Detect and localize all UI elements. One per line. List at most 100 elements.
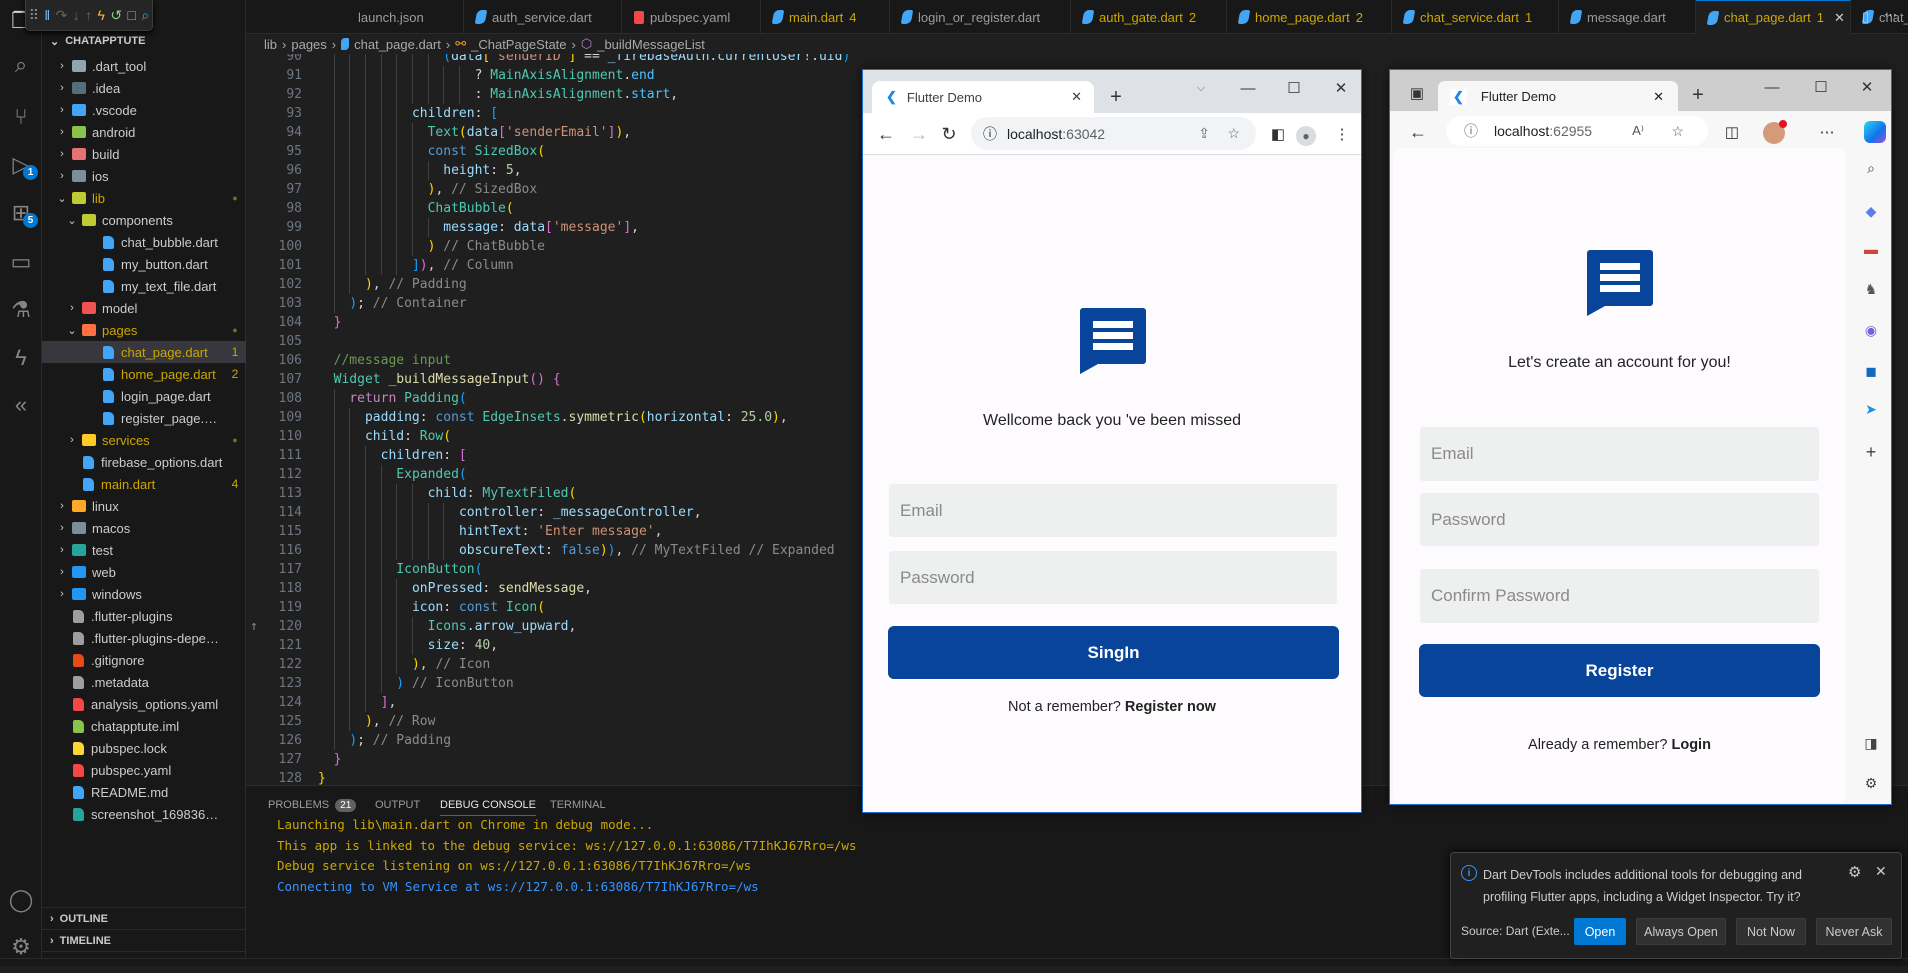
microsoft365-icon[interactable]: ◉ [1860,319,1882,341]
tree-item[interactable]: login_page.dart [42,385,246,407]
edge-address-bar[interactable]: ⓘ localhost:62955 A⁾ ☆ [1446,116,1708,146]
outline-section[interactable]: › OUTLINE [42,907,246,929]
run-debug-icon[interactable]: ▷ 1 [0,148,42,182]
tree-item[interactable]: › .dart_tool [42,55,246,77]
tree-item[interactable]: › services ● [42,429,246,451]
tree-item[interactable]: my_button.dart [42,253,246,275]
notification-settings-gear-icon[interactable]: ⚙ [1848,863,1861,881]
account-icon[interactable]: ◯ [0,883,42,917]
outlook-icon[interactable]: ◼ [1860,360,1882,382]
tab-pubspec-yaml[interactable]: pubspec.yaml [622,0,761,34]
remote-explorer-icon[interactable]: ▭ [0,245,42,279]
share-icon[interactable]: ⇪ [1198,125,1210,142]
tree-item[interactable]: › test [42,539,246,561]
tab-actions-icon[interactable]: ▣ [1402,81,1432,105]
tab-search-chevron-icon[interactable]: ⌵ [1186,76,1216,100]
maximize-icon[interactable]: ☐ [1279,76,1309,100]
restart-icon[interactable]: ↺ [110,7,122,24]
testing-flask-icon[interactable]: ⚗ [0,293,42,327]
tab-debug-console[interactable]: DEBUG CONSOLE [440,794,536,816]
tab-launch-json[interactable]: launch.json [246,0,464,34]
breadcrumb-pages[interactable]: pages [291,37,326,52]
new-tab-icon[interactable]: + [1101,85,1131,109]
chrome-menu-icon[interactable]: ⋮ [1327,122,1357,146]
tab-auth-gate-dart[interactable]: auth_gate.dart 2 [1071,0,1227,34]
tree-item[interactable]: register_page.dart [42,407,246,429]
sidebar-search-icon[interactable]: ⌕ [1860,157,1882,179]
explorer-root-header[interactable]: ⌄ CHATAPPTUTE [42,30,246,52]
tree-item[interactable]: › ios [42,165,246,187]
more-actions-icon[interactable]: ⋯ [1884,7,1897,23]
split-editor-icon[interactable]: ▯ [1862,9,1869,25]
games-chess-icon[interactable]: ♞ [1860,278,1882,300]
tree-item[interactable]: pubspec.yaml [42,759,246,781]
split-screen-icon[interactable]: ◫ [1717,120,1747,144]
tree-item[interactable]: › .idea [42,77,246,99]
tree-item[interactable]: .flutter-plugins-depend... [42,627,246,649]
search-icon[interactable]: ⌕ [0,48,42,82]
tools-briefcase-icon[interactable]: ▬ [1860,238,1882,260]
step-out-icon[interactable]: ↑ [85,7,92,23]
site-info-icon[interactable]: ⓘ [1464,121,1478,141]
stop-icon[interactable]: □ [128,7,136,23]
tab-auth-service-dart[interactable]: auth_service.dart [464,0,622,34]
email-field[interactable]: Email [889,484,1337,537]
tree-item[interactable]: › .vscode [42,99,246,121]
close-tab-icon[interactable]: ✕ [1834,10,1845,26]
close-tab-icon[interactable]: ✕ [1653,89,1664,105]
not-now-button[interactable]: Not Now [1736,918,1806,945]
send-icon[interactable]: ➤ [1860,398,1882,420]
profile-avatar-icon[interactable]: ● [1296,126,1316,146]
breadcrumb-method[interactable]: _buildMessageList [597,37,705,52]
step-over-icon[interactable]: ↷ [56,7,68,24]
tree-item[interactable]: main.dart 4 [42,473,246,495]
minimize-icon[interactable]: — [1233,76,1263,100]
tree-item[interactable]: chat_bubble.dart [42,231,246,253]
tree-item[interactable]: › model [42,297,246,319]
minimize-icon[interactable]: — [1757,75,1787,99]
tree-item[interactable]: analysis_options.yaml [42,693,246,715]
step-into-icon[interactable]: ↓ [73,7,80,23]
profile-avatar-icon[interactable] [1763,120,1787,144]
lightning-icon[interactable]: ϟ [0,341,42,375]
tab-main-dart[interactable]: main.dart 4 [761,0,890,34]
password-field[interactable]: Password [889,551,1337,604]
tab-chat-page-dart[interactable]: chat_page.dart 1 ✕ [1696,0,1851,34]
notification-close-icon[interactable]: ✕ [1875,863,1887,880]
tab-output[interactable]: OUTPUT [375,794,420,816]
shopping-tag-icon[interactable]: ◆ [1860,200,1882,222]
close-tab-icon[interactable]: ✕ [1071,89,1082,105]
email-field[interactable]: Email [1420,427,1819,481]
read-aloud-icon[interactable]: A⁾ [1632,123,1644,139]
close-window-icon[interactable]: ✕ [1326,76,1356,100]
add-sidebar-app-icon[interactable]: + [1860,441,1882,463]
new-tab-icon[interactable]: + [1683,83,1713,107]
chrome-tab[interactable]: ❮ Flutter Demo ✕ [872,81,1094,113]
register-now-link[interactable]: Register now [1125,699,1216,715]
timeline-section[interactable]: › TIMELINE [42,929,246,951]
tab-home-page-dart[interactable]: home_page.dart 2 [1227,0,1392,34]
edge-tab[interactable]: ❮ Flutter Demo ✕ [1438,81,1678,112]
extensions-icon[interactable]: ⊞ 5 [0,196,42,230]
tree-item[interactable]: › build [42,143,246,165]
tree-item[interactable]: ⌄ lib ● [42,187,246,209]
tree-item[interactable]: › web [42,561,246,583]
tree-item[interactable]: .flutter-plugins [42,605,246,627]
tree-item[interactable]: .metadata [42,671,246,693]
close-window-icon[interactable]: ✕ [1852,75,1882,99]
pause-icon[interactable]: ‖ [44,7,50,23]
tree-item[interactable]: README.md [42,781,246,803]
site-info-icon[interactable]: ⓘ [983,124,997,144]
open-button[interactable]: Open [1574,918,1626,945]
grip-icon[interactable]: ⠿ [29,7,39,24]
confirm-password-field[interactable]: Confirm Password [1420,569,1819,623]
tree-item[interactable]: › android [42,121,246,143]
tree-item[interactable]: ⌄ components [42,209,246,231]
reload-icon[interactable]: ↻ [934,122,964,146]
tab-problems[interactable]: PROBLEMS 21 [268,794,357,816]
tree-item[interactable]: › macos [42,517,246,539]
always-open-button[interactable]: Always Open [1636,918,1726,945]
hide-sidebar-icon[interactable]: ◨ [1860,732,1882,754]
devtools-icon[interactable]: ⌕ [141,7,149,24]
tree-item[interactable]: my_text_file.dart [42,275,246,297]
